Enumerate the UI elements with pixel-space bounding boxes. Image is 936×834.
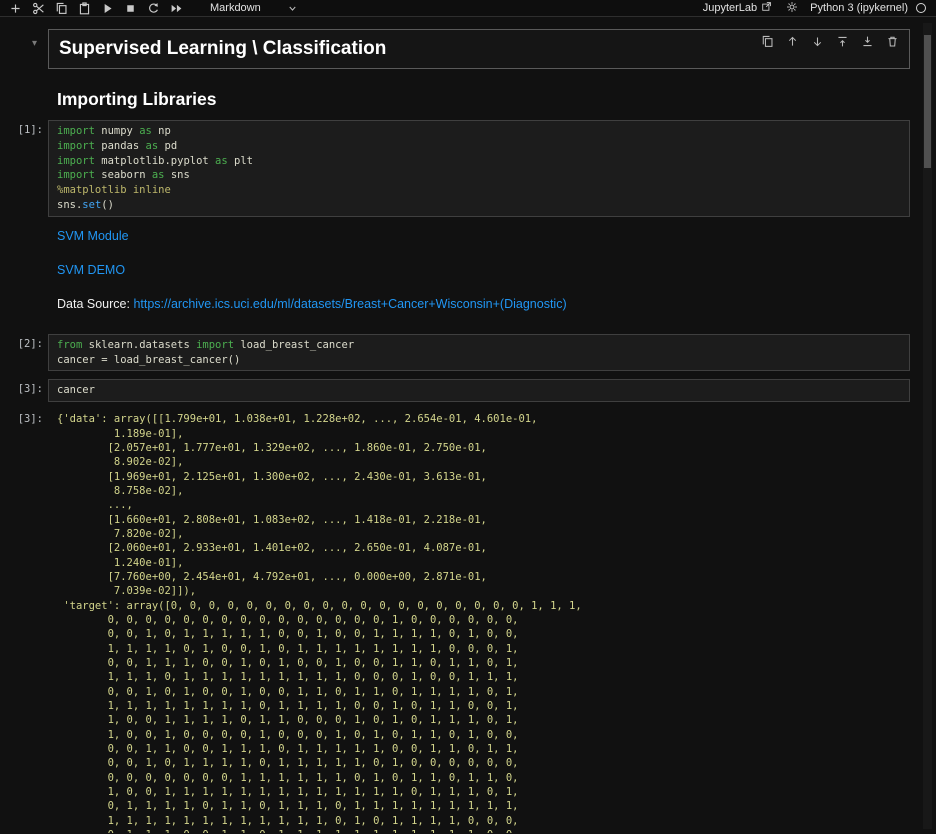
- markdown-rendered[interactable]: Importing Libraries: [48, 89, 910, 109]
- code-editor[interactable]: cancer: [48, 379, 910, 402]
- restart-kernel-icon[interactable]: [146, 1, 161, 16]
- insert-cell-icon[interactable]: [8, 1, 23, 16]
- cut-icon[interactable]: [31, 1, 46, 16]
- delete-cell-icon[interactable]: [885, 34, 899, 48]
- scrollbar-track[interactable]: [923, 23, 932, 829]
- data-source-link[interactable]: https://archive.ics.uci.edu/ml/datasets/…: [133, 297, 566, 311]
- output-area-3: [3]: {'data': array([[1.799e+01, 1.038e+…: [4, 412, 936, 833]
- restart-run-all-icon[interactable]: [169, 1, 184, 16]
- output-text: {'data': array([[1.799e+01, 1.038e+01, 1…: [48, 412, 910, 833]
- notebook-scroll-area: ▾ Supervised Learning \ Classification: [0, 17, 936, 833]
- cell-prompt: [4, 297, 48, 312]
- markdown-cell-svm-demo: SVM DEMO: [4, 263, 936, 278]
- kernel-status-icon[interactable]: [916, 3, 926, 13]
- insert-cell-above-icon[interactable]: [835, 34, 849, 48]
- scrollbar-thumb[interactable]: [924, 35, 931, 168]
- input-prompt: [3]:: [4, 379, 48, 402]
- notebook-toolbar: Markdown JupyterLab Python 3 (ipykernel): [0, 0, 936, 17]
- title-cell-box[interactable]: Supervised Learning \ Classification: [48, 29, 910, 69]
- cell-collapser-icon[interactable]: ▾: [32, 38, 37, 49]
- cell-prompt: [4, 229, 48, 244]
- code-editor[interactable]: import numpy as npimport pandas as pdimp…: [48, 120, 910, 217]
- markdown-rendered: Data Source: https://archive.ics.uci.edu…: [48, 297, 910, 312]
- cell-prompt: [4, 89, 48, 109]
- copy-icon[interactable]: [54, 1, 69, 16]
- jupyterlab-window: Markdown JupyterLab Python 3 (ipykernel)…: [0, 0, 936, 834]
- gear-icon[interactable]: [786, 1, 798, 16]
- toolbar-left-group: Markdown: [8, 1, 298, 16]
- jupyterlab-link[interactable]: JupyterLab: [703, 2, 757, 14]
- kernel-name[interactable]: Python 3 (ipykernel): [810, 2, 908, 14]
- toolbar-right-group: JupyterLab Python 3 (ipykernel): [703, 1, 928, 16]
- code-editor[interactable]: from sklearn.datasets import load_breast…: [48, 334, 910, 372]
- move-cell-up-icon[interactable]: [785, 34, 799, 48]
- code-cell-1: [1]: import numpy as npimport pandas as …: [4, 120, 936, 217]
- duplicate-cell-icon[interactable]: [760, 34, 774, 48]
- input-prompt: [1]:: [4, 120, 48, 217]
- move-cell-down-icon[interactable]: [810, 34, 824, 48]
- svm-demo-link[interactable]: SVM DEMO: [57, 263, 125, 277]
- markdown-rendered: SVM DEMO: [48, 263, 910, 278]
- stop-icon[interactable]: [123, 1, 138, 16]
- code-cell-2: [2]: from sklearn.datasets import load_b…: [4, 334, 936, 372]
- paste-icon[interactable]: [77, 1, 92, 16]
- input-prompt: [2]:: [4, 334, 48, 372]
- external-link-icon[interactable]: [761, 1, 772, 15]
- markdown-cell-data-source: Data Source: https://archive.ics.uci.edu…: [4, 297, 936, 312]
- data-source-label: Data Source:: [57, 297, 133, 311]
- markdown-rendered: SVM Module: [48, 229, 910, 244]
- output-prompt: [3]:: [4, 412, 48, 833]
- markdown-cell-importing-libraries: Importing Libraries: [4, 81, 936, 109]
- code-cell-3: [3]: cancer: [4, 379, 936, 402]
- svm-module-link[interactable]: SVM Module: [57, 229, 129, 243]
- insert-cell-below-icon[interactable]: [860, 34, 874, 48]
- section-heading: Importing Libraries: [57, 89, 910, 109]
- cell-type-dropdown[interactable]: Markdown: [210, 2, 298, 14]
- run-icon[interactable]: [100, 1, 115, 16]
- markdown-cell-svm-module: SVM Module: [4, 229, 936, 244]
- markdown-cell-title: ▾ Supervised Learning \ Classification: [4, 29, 936, 69]
- cell-prompt: [4, 263, 48, 278]
- cell-prompt: [4, 29, 48, 69]
- chevron-down-icon: [287, 3, 298, 14]
- cell-type-label: Markdown: [210, 2, 261, 14]
- cell-toolbar: [749, 34, 899, 48]
